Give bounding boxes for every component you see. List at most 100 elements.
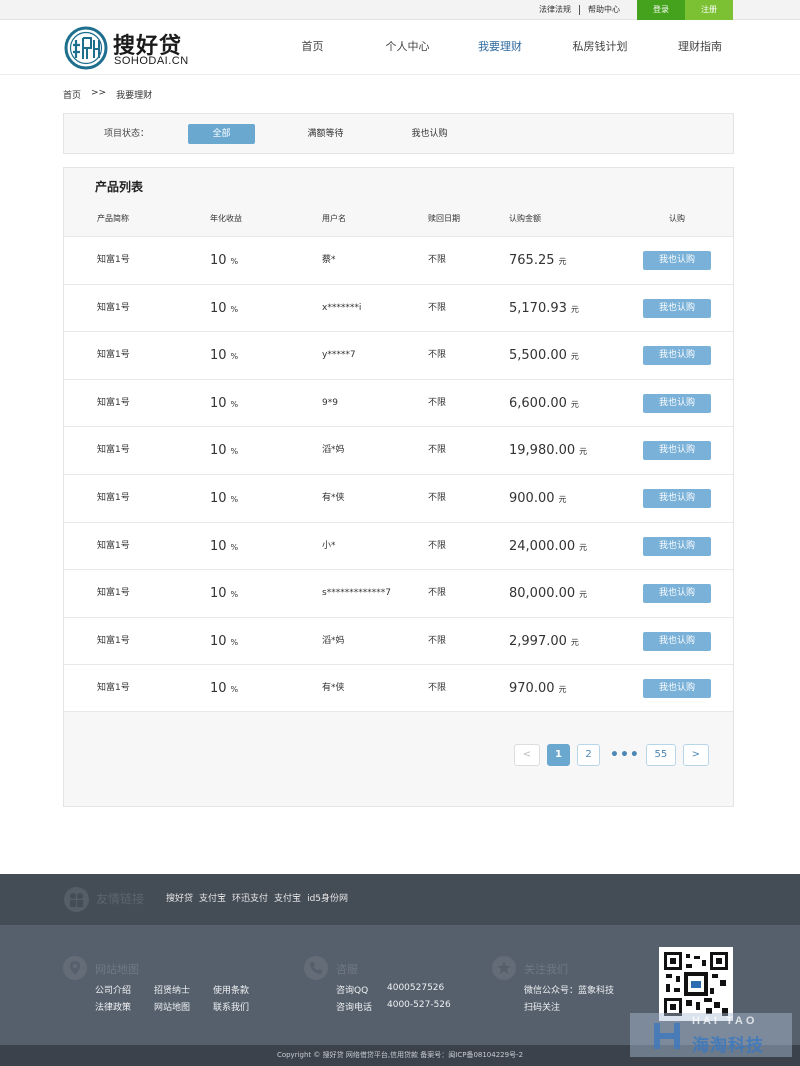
- sitemap-link[interactable]: 公司介绍: [95, 983, 131, 996]
- annual-rate: 10%: [210, 618, 238, 665]
- amount-unit: 元: [570, 352, 579, 362]
- pagination: < 1 2 ••• 55 >: [514, 744, 716, 766]
- sitemap-link[interactable]: 招贤纳士: [154, 983, 190, 996]
- subscribe-amount: 24,000.00 元: [509, 523, 587, 570]
- product-name: 知富1号: [97, 255, 130, 265]
- subscribe-button[interactable]: 我也认购: [643, 488, 711, 508]
- amount-unit: 元: [579, 447, 588, 457]
- rate-unit: %: [230, 352, 239, 362]
- amount-value: 5,170.93: [509, 300, 567, 316]
- friend-links-bar: 友情链接 搜好贷 支付宝 环迅支付 支付宝 id5身份网: [0, 874, 800, 925]
- location-icon: [63, 956, 87, 980]
- annual-rate: 10%: [210, 665, 238, 712]
- table-row: 知富1号 10% x*******i 不限 5,170.93 元 我也认购: [64, 283, 733, 332]
- col-rate: 年化收益: [210, 214, 242, 223]
- law-link[interactable]: 法律法规: [531, 0, 579, 20]
- filter-full-waiting[interactable]: 满额等待: [292, 124, 359, 144]
- register-button[interactable]: 注册: [685, 0, 733, 20]
- col-amount: 认购金额: [509, 214, 541, 223]
- page-next[interactable]: >: [682, 744, 709, 766]
- friend-link[interactable]: 支付宝: [274, 874, 301, 925]
- sitemap-link[interactable]: 法律政策: [95, 1000, 131, 1013]
- user-name: 小*: [322, 540, 336, 551]
- table-row: 知富1号 10% 有*侠 不限 900.00 元 我也认购: [64, 473, 733, 522]
- nav-savings-plan[interactable]: 私房钱计划: [550, 20, 650, 75]
- redeem-date: 不限: [428, 635, 447, 646]
- annual-rate: 10%: [210, 475, 238, 522]
- breadcrumb-home[interactable]: 首页: [63, 88, 81, 101]
- amount-value: 19,980.00: [509, 443, 576, 459]
- subscribe-button[interactable]: 我也认购: [643, 393, 711, 413]
- redeem-date: 不限: [428, 302, 447, 313]
- consult-qq[interactable]: 4000527526: [387, 983, 444, 993]
- page-last[interactable]: 55: [645, 744, 676, 766]
- table-row: 知富1号 10% s*************7 不限 80,000.00 元 我也认购: [64, 569, 733, 617]
- filter-all[interactable]: 全部: [188, 124, 255, 144]
- redeem-date: 不限: [428, 350, 447, 361]
- subscribe-amount: 970.00 元: [509, 665, 567, 712]
- sitemap-link[interactable]: 网站地图: [154, 1000, 190, 1013]
- redeem-date: 不限: [428, 445, 447, 456]
- rate-value: 10: [210, 348, 227, 364]
- user-name: 9*9: [322, 397, 338, 408]
- rate-unit: %: [230, 447, 239, 457]
- friend-link[interactable]: id5身份网: [307, 874, 348, 925]
- rate-value: 10: [210, 443, 227, 459]
- subscribe-button[interactable]: 我也认购: [643, 631, 711, 651]
- filter-subscribe[interactable]: 我也认购: [396, 124, 463, 144]
- subscribe-button[interactable]: 我也认购: [643, 536, 711, 556]
- rate-unit: %: [230, 637, 239, 647]
- login-button[interactable]: 登录: [637, 0, 685, 20]
- sitemap-link[interactable]: 联系我们: [213, 1000, 249, 1013]
- subscribe-button[interactable]: 我也认购: [643, 346, 711, 366]
- product-list-panel: 产品列表 产品简称 年化收益 用户名 赎回日期 认购金额 认购 知富1号 10% 蔡…: [63, 167, 734, 807]
- amount-unit: 元: [558, 257, 567, 266]
- subscribe-button[interactable]: 我也认购: [643, 679, 711, 699]
- nav-guide[interactable]: 理财指南: [650, 20, 750, 75]
- friend-link[interactable]: 环迅支付: [232, 874, 268, 925]
- subscribe-amount: 900.00 元: [509, 475, 567, 522]
- logo[interactable]: 搜好贷 SOHODAI.CN: [64, 26, 214, 70]
- table-row: 知富1号 10% 有*侠 不限 970.00 元 我也认购: [64, 664, 733, 712]
- user-name: 有*侠: [322, 683, 345, 694]
- table-row: 知富1号 10% 滔*妈 不限 2,997.00 元 我也认购: [64, 616, 733, 665]
- page-ellipsis: •••: [610, 747, 640, 763]
- product-rows: 知富1号 10% 蔡* 不限 765.25 元我也认购 知富1号 10% x*******i 不限…: [64, 236, 733, 712]
- nav-invest[interactable]: 我要理财: [450, 20, 550, 75]
- follow-title: 关注我们: [524, 963, 568, 976]
- help-link[interactable]: 帮助中心: [580, 0, 628, 20]
- amount-value: 6,600.00: [509, 395, 567, 411]
- main-nav: 首页 个人中心 我要理财 私房钱计划 理财指南: [260, 20, 750, 75]
- annual-rate: 10%: [210, 332, 238, 379]
- amount-unit: 元: [579, 590, 588, 600]
- status-filter: 项目状态： 全部 满额等待 我也认购: [63, 113, 734, 154]
- breadcrumb: 首页 >> 我要理财: [63, 88, 152, 101]
- rate-value: 10: [210, 586, 227, 602]
- subscribe-button[interactable]: 我也认购: [643, 584, 711, 604]
- user-name: s*************7: [322, 588, 391, 599]
- user-name: 滔*妈: [322, 635, 345, 646]
- consult-phone[interactable]: 4000-527-526: [387, 1000, 451, 1010]
- subscribe-button[interactable]: 我也认购: [643, 441, 711, 461]
- amount-unit: 元: [570, 304, 579, 314]
- sitemap-link[interactable]: 使用条款: [213, 983, 249, 996]
- page-prev[interactable]: <: [514, 744, 540, 766]
- annual-rate: 10%: [210, 427, 238, 474]
- amount-unit: 元: [558, 685, 567, 695]
- nav-home[interactable]: 首页: [260, 20, 365, 75]
- subscribe-button[interactable]: 我也认购: [643, 251, 711, 270]
- redeem-date: 不限: [428, 540, 447, 551]
- col-subscribe: 认购: [669, 214, 685, 223]
- friend-link[interactable]: 搜好贷: [166, 874, 193, 925]
- rate-value: 10: [210, 395, 227, 411]
- page-2[interactable]: 2: [577, 744, 600, 766]
- subscribe-button[interactable]: 我也认购: [643, 298, 711, 318]
- user-name: 蔡*: [322, 255, 336, 265]
- rate-value: 10: [210, 253, 227, 268]
- friend-links-title: 友情链接: [96, 892, 145, 906]
- amount-value: 970.00: [509, 681, 555, 697]
- header: 搜好贷 SOHODAI.CN 首页 个人中心 我要理财 私房钱计划 理财指南: [0, 20, 800, 75]
- page-1[interactable]: 1: [547, 744, 570, 766]
- friend-link[interactable]: 支付宝: [199, 874, 226, 925]
- nav-personal-center[interactable]: 个人中心: [365, 20, 450, 75]
